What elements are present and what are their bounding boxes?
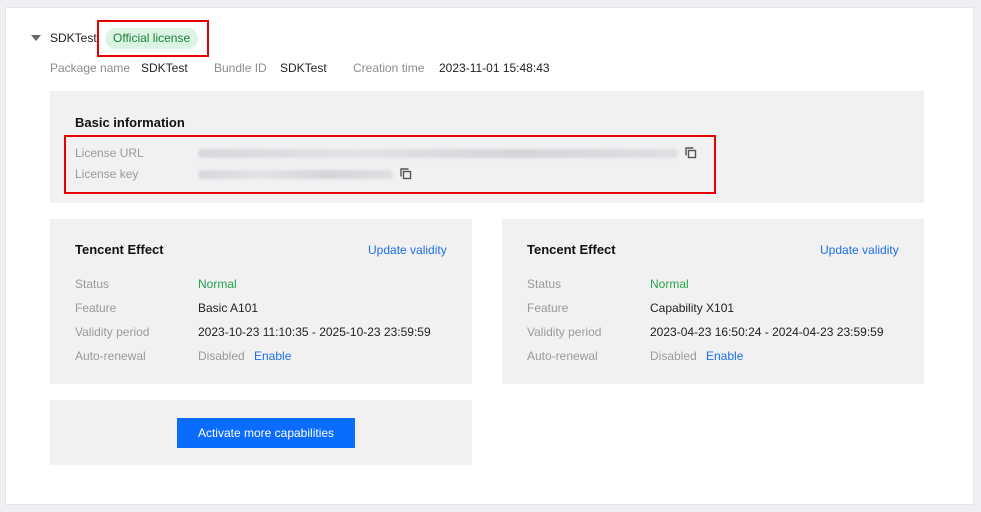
- feature-value: Basic A101: [198, 301, 259, 315]
- copy-icon[interactable]: [685, 147, 697, 159]
- highlight-box-badge: [97, 20, 209, 57]
- validity-label: Validity period: [527, 325, 602, 339]
- auto-renewal-value: Disabled: [650, 349, 697, 363]
- feature-label: Feature: [75, 301, 117, 315]
- creation-time-value: 2023-11-01 15:48:43: [439, 61, 550, 75]
- validity-value: 2023-04-23 16:50:24 - 2024-04-23 23:59:5…: [650, 325, 884, 339]
- app-name: SDKTest: [50, 31, 97, 45]
- feature-value: Capability X101: [650, 301, 735, 315]
- license-title: Tencent Effect: [527, 242, 616, 257]
- license-url-value-redacted: [198, 149, 678, 158]
- validity-label: Validity period: [75, 325, 150, 339]
- auto-renewal-label: Auto-renewal: [75, 349, 146, 363]
- update-validity-link[interactable]: Update validity: [368, 243, 447, 257]
- creation-time-label: Creation time: [353, 61, 425, 75]
- auto-renewal-label: Auto-renewal: [527, 349, 598, 363]
- status-label: Status: [527, 277, 562, 291]
- license-key-label: License key: [75, 167, 139, 181]
- package-name-label: Package name: [50, 61, 131, 75]
- status-value: Normal: [198, 277, 237, 291]
- basic-info-title: Basic information: [75, 115, 185, 130]
- bundle-id-value: SDKTest: [280, 61, 327, 75]
- copy-icon[interactable]: [400, 168, 412, 180]
- update-validity-link[interactable]: Update validity: [820, 243, 899, 257]
- feature-label: Feature: [527, 301, 569, 315]
- license-url-label: License URL: [75, 146, 144, 160]
- package-name-value: SDKTest: [141, 61, 188, 75]
- activate-more-capabilities-button[interactable]: Activate more capabilities: [177, 418, 355, 448]
- enable-renewal-link[interactable]: Enable: [254, 349, 291, 363]
- bundle-id-label: Bundle ID: [214, 61, 267, 75]
- license-title: Tencent Effect: [75, 242, 164, 257]
- enable-renewal-link[interactable]: Enable: [706, 349, 743, 363]
- status-label: Status: [75, 277, 110, 291]
- auto-renewal-value: Disabled: [198, 349, 245, 363]
- collapse-caret-icon[interactable]: [31, 35, 41, 41]
- status-value: Normal: [650, 277, 689, 291]
- highlight-box-license: [64, 135, 716, 194]
- license-key-value-redacted: [198, 170, 393, 179]
- validity-value: 2023-10-23 11:10:35 - 2025-10-23 23:59:5…: [198, 325, 431, 339]
